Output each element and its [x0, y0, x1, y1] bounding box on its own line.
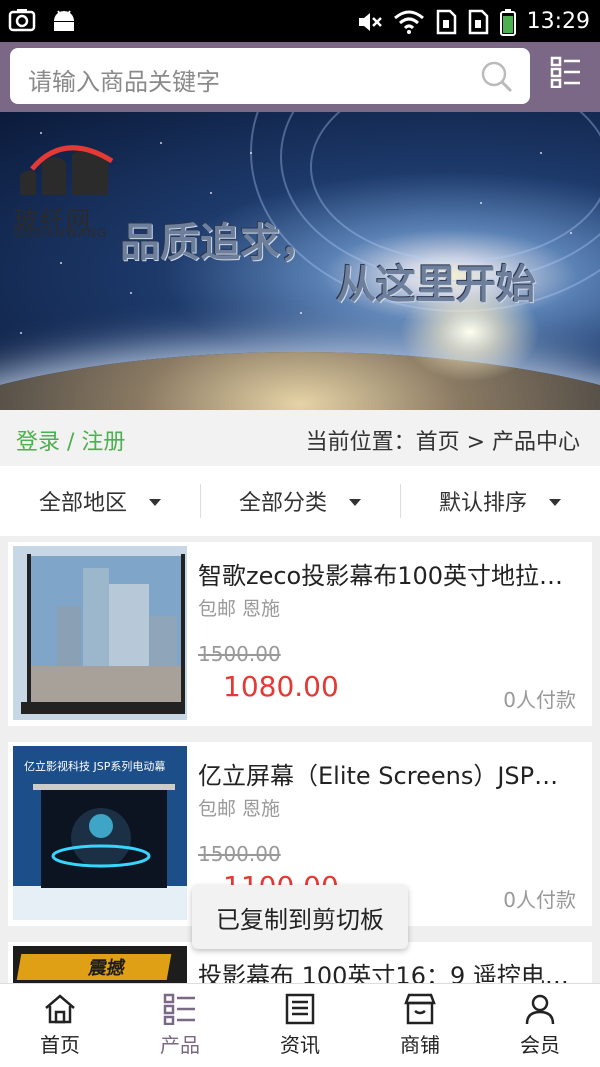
tab-news[interactable]: 资讯 [240, 984, 360, 1067]
tab-products-label: 产品 [160, 1033, 200, 1057]
original-price: 1500.00 [198, 842, 281, 866]
caret-down-icon [349, 498, 361, 506]
user-icon [525, 994, 555, 1025]
image-caption: 震撼 [16, 954, 172, 980]
search-icon[interactable] [480, 60, 514, 94]
filter-bar: 全部地区 全部分类 默认排序 [0, 466, 600, 536]
status-bar: 13:29 [0, 0, 600, 42]
product-tags: 包邮 恩施 [198, 598, 281, 620]
caret-down-icon [549, 498, 561, 506]
product-image [13, 546, 187, 720]
info-bar: 登录 / 注册 当前位置：首页 > 产品中心 [0, 410, 600, 466]
image-caption: 亿立影视科技 JSP系列电动幕 [24, 760, 166, 773]
filter-region-label: 全部地区 [38, 491, 127, 516]
login-register-link[interactable]: 登录 / 注册 [16, 424, 125, 456]
caret-down-icon [149, 498, 161, 506]
tab-news-label: 资讯 [280, 1033, 320, 1057]
product-tags: 包邮 恩施 [198, 798, 281, 820]
filter-sort-label: 默认排序 [438, 491, 527, 516]
banner-slogan-2: 从这里开始 [336, 262, 536, 308]
toast-message: 已复制到剪切板 [192, 885, 408, 949]
news-icon [285, 993, 315, 1025]
banner[interactable]: 玻纤网 BOXIANWANG 品质追求， 从这里开始 [0, 112, 600, 410]
paid-count: 0人付款 [503, 888, 576, 912]
product-title[interactable]: 亿立屏幕（Elite Screens）JSP… [198, 756, 578, 791]
filter-region[interactable]: 全部地区 [0, 466, 200, 536]
filter-sort[interactable]: 默认排序 [400, 466, 600, 536]
mute-icon [358, 13, 382, 31]
battery-icon [499, 9, 516, 36]
logo-icon [20, 145, 114, 195]
clock: 13:29 [526, 9, 590, 34]
product-title[interactable]: 投影幕布 100英寸16：9 遥控电… [198, 956, 578, 983]
screenshot-icon [8, 9, 36, 32]
tab-shops-label: 商铺 [400, 1033, 440, 1057]
tab-member[interactable]: 会员 [480, 984, 600, 1067]
search-header: 请输入商品关键字 [0, 42, 600, 112]
search-placeholder: 请输入商品关键字 [28, 68, 220, 96]
paid-count: 0人付款 [503, 688, 576, 712]
home-icon [45, 994, 75, 1024]
logo-subtext: BOXIANWANG [14, 226, 108, 240]
tab-member-label: 会员 [520, 1033, 560, 1057]
wifi-icon [393, 10, 424, 34]
original-price: 1500.00 [198, 642, 281, 666]
shop-icon [404, 993, 436, 1025]
product-image: 震撼 [13, 946, 187, 983]
list-icon [163, 993, 195, 1025]
category-menu-icon[interactable] [550, 56, 582, 88]
search-input[interactable]: 请输入商品关键字 [10, 48, 530, 104]
android-icon [54, 10, 74, 31]
tab-products[interactable]: 产品 [120, 984, 240, 1067]
product-price: 1080.00 [223, 670, 339, 703]
product-title[interactable]: 智歌zeco投影幕布100英寸地拉… [198, 556, 578, 591]
tab-home-label: 首页 [40, 1033, 80, 1057]
filter-category-label: 全部分类 [238, 491, 327, 516]
tab-home[interactable]: 首页 [0, 984, 120, 1067]
tab-shops[interactable]: 商铺 [360, 984, 480, 1067]
sim-2-icon [468, 9, 488, 35]
banner-slogan-1: 品质追求， [120, 220, 320, 266]
bottom-tab-bar: 首页 产品 资讯 商铺 会员 [0, 983, 600, 1067]
breadcrumb: 当前位置：首页 > 产品中心 [305, 430, 580, 455]
product-card[interactable]: 智歌zeco投影幕布100英寸地拉… 包邮 恩施 1500.00 1080.00… [8, 542, 592, 726]
sim-1-icon [436, 9, 456, 35]
filter-category[interactable]: 全部分类 [200, 466, 400, 536]
